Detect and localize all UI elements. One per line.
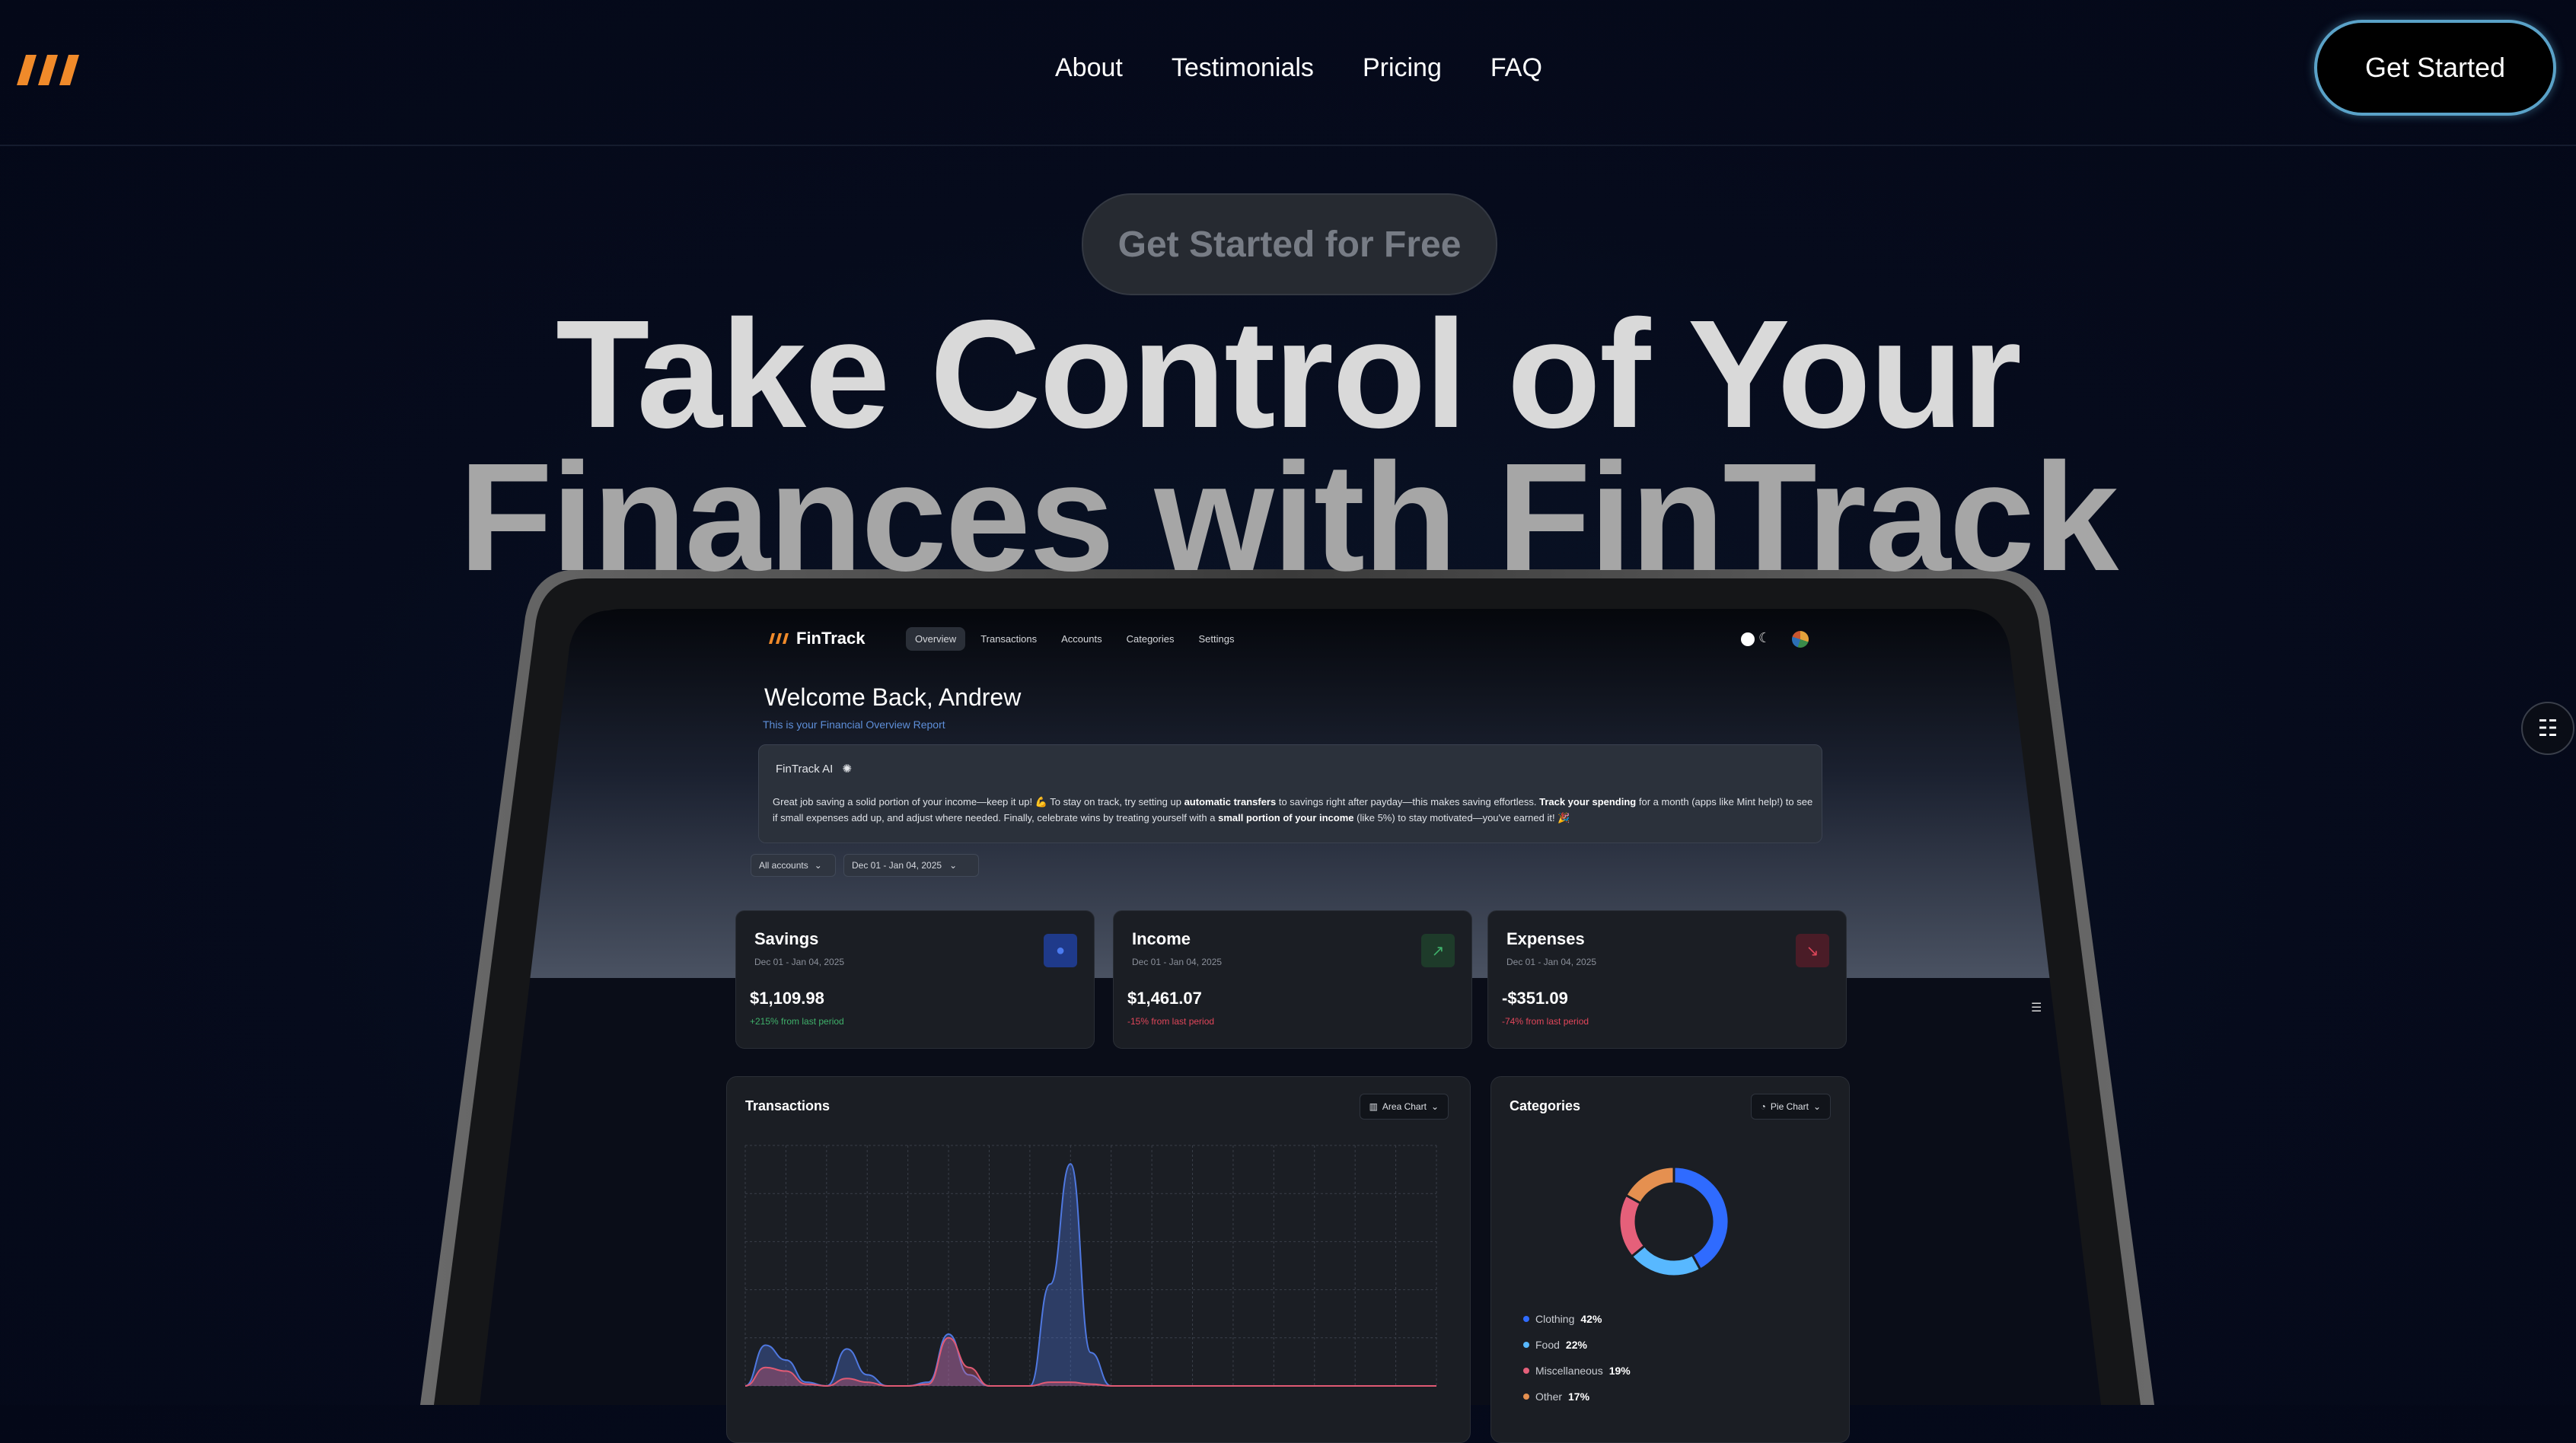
chevron-down-icon: ⌄ [949, 860, 958, 871]
categories-title: Categories [1510, 1098, 1581, 1113]
stat-card-income[interactable]: Income Dec 01 - Jan 04, 2025 $1,461.07 -… [1113, 910, 1472, 1049]
tab-categories[interactable]: Categories [1117, 627, 1184, 651]
piggy-bank-icon: ● [1044, 934, 1077, 967]
moon-icon: ☾ [1758, 630, 1771, 645]
legend-item: Clothing 42% [1523, 1313, 1602, 1325]
legend-item: Food 22% [1523, 1339, 1587, 1351]
transactions-panel: Transactions ▥ Area Chart ⌄ [726, 1076, 1471, 1443]
chart-type-select[interactable]: ◔ Pie Chart ⌄ [1750, 1094, 1831, 1120]
stat-change: -15% from last period [1127, 1016, 1215, 1027]
legend-label: Other [1535, 1390, 1563, 1403]
legend-value: 42% [1580, 1313, 1602, 1325]
ai-card-text: Great job saving a solid portion of your… [773, 794, 1816, 826]
tab-transactions[interactable]: Transactions [971, 627, 1046, 651]
legend-dot [1523, 1368, 1529, 1374]
ai-title-text: FinTrack AI [776, 763, 834, 776]
ai-text-bold: small portion of your income [1218, 812, 1354, 823]
tab-accounts[interactable]: Accounts [1052, 627, 1111, 651]
legend-item: Other 17% [1523, 1390, 1589, 1403]
stat-card-savings[interactable]: Savings Dec 01 - Jan 04, 2025 $1,109.98 … [735, 910, 1095, 1049]
legend-label: Clothing [1535, 1313, 1575, 1325]
date-range-select[interactable]: Dec 01 - Jan 04, 2025 ⌄ [843, 854, 979, 877]
tab-overview[interactable]: Overview [906, 627, 966, 651]
donut-slice-clothing[interactable] [1672, 1165, 1730, 1272]
transactions-title: Transactions [745, 1098, 831, 1113]
ai-card-title: FinTrack AI ✺ [776, 762, 852, 776]
legend-label: Miscellaneous [1535, 1365, 1603, 1377]
dashboard-brand: FinTrack [796, 629, 866, 648]
ai-text-part: to savings right after payday—this makes… [1276, 796, 1540, 808]
sparkle-icon: ✺ [842, 763, 853, 776]
legend-dot [1523, 1342, 1529, 1348]
stat-date: Dec 01 - Jan 04, 2025 [1506, 957, 1597, 967]
stat-title: Expenses [1506, 929, 1585, 948]
legend-value: 22% [1565, 1339, 1587, 1351]
donut-slice-other[interactable] [1624, 1165, 1675, 1205]
dashboard-tabs: Overview Transactions Accounts Categorie… [906, 627, 1243, 651]
dashboard-logo-icon [769, 633, 789, 644]
theme-toggle[interactable] [1741, 632, 1755, 646]
legend-item: Miscellaneous 19% [1523, 1365, 1631, 1377]
legend-dot [1523, 1394, 1529, 1400]
accounts-select[interactable]: All accounts ⌄ [751, 854, 836, 877]
accounts-select-value: All accounts [759, 860, 808, 871]
chart-type-select[interactable]: ▥ Area Chart ⌄ [1359, 1094, 1449, 1120]
welcome-subtitle: This is your Financial Overview Report [763, 718, 945, 731]
stat-change: +215% from last period [750, 1016, 844, 1027]
stat-date: Dec 01 - Jan 04, 2025 [1132, 957, 1223, 967]
welcome-heading: Welcome Back, Andrew [764, 683, 1022, 711]
ai-text-bold: Track your spending [1539, 796, 1637, 808]
tab-settings[interactable]: Settings [1189, 627, 1243, 651]
settings-fab-button[interactable]: ☷ [2521, 702, 2574, 755]
chevron-down-icon: ⌄ [1812, 1101, 1821, 1112]
stat-value: -$351.09 [1502, 989, 1568, 1008]
stat-title: Savings [754, 929, 819, 948]
categories-panel: Categories ◔ Pie Chart ⌄ Clothing 42% Foo… [1490, 1076, 1850, 1443]
dashboard-preview: FinTrack Overview Transactions Accounts … [0, 0, 2576, 1443]
trending-down-icon: ↘ [1796, 934, 1829, 967]
categories-donut-chart [1618, 1165, 1730, 1278]
pie-chart-icon: ◔ [1760, 1101, 1766, 1112]
ai-insight-card: FinTrack AI ✺ Great job saving a solid p… [758, 744, 1822, 843]
chevron-down-icon: ⌄ [1430, 1101, 1439, 1112]
chart-type-label: Area Chart [1382, 1101, 1427, 1112]
bar-chart-icon: ▥ [1369, 1101, 1378, 1112]
legend-value: 19% [1608, 1365, 1631, 1377]
filter-icon[interactable]: ☰ [2031, 1000, 2042, 1015]
stat-title: Income [1132, 929, 1191, 948]
donut-slice-food[interactable] [1630, 1244, 1702, 1278]
ai-text-part: (like 5%) to stay motivated—you've earne… [1353, 812, 1570, 823]
ai-text-bold: automatic transfers [1184, 796, 1277, 808]
stat-value: $1,109.98 [750, 989, 824, 1008]
legend-label: Food [1535, 1339, 1560, 1351]
trending-up-icon: ↗ [1421, 934, 1455, 967]
date-range-value: Dec 01 - Jan 04, 2025 [852, 860, 942, 871]
chevron-down-icon: ⌄ [814, 860, 822, 871]
stat-date: Dec 01 - Jan 04, 2025 [754, 957, 845, 967]
legend-value: 17% [1568, 1390, 1590, 1403]
stat-value: $1,461.07 [1127, 989, 1202, 1008]
ai-text-part: Great job saving a solid portion of your… [773, 796, 1184, 808]
chart-type-label: Pie Chart [1770, 1101, 1809, 1112]
legend-dot [1523, 1316, 1529, 1322]
avatar[interactable] [1792, 631, 1809, 648]
stat-change: -74% from last period [1502, 1016, 1589, 1027]
transactions-area-chart [744, 1145, 1437, 1387]
stat-card-expenses[interactable]: Expenses Dec 01 - Jan 04, 2025 -$351.09 … [1487, 910, 1847, 1049]
